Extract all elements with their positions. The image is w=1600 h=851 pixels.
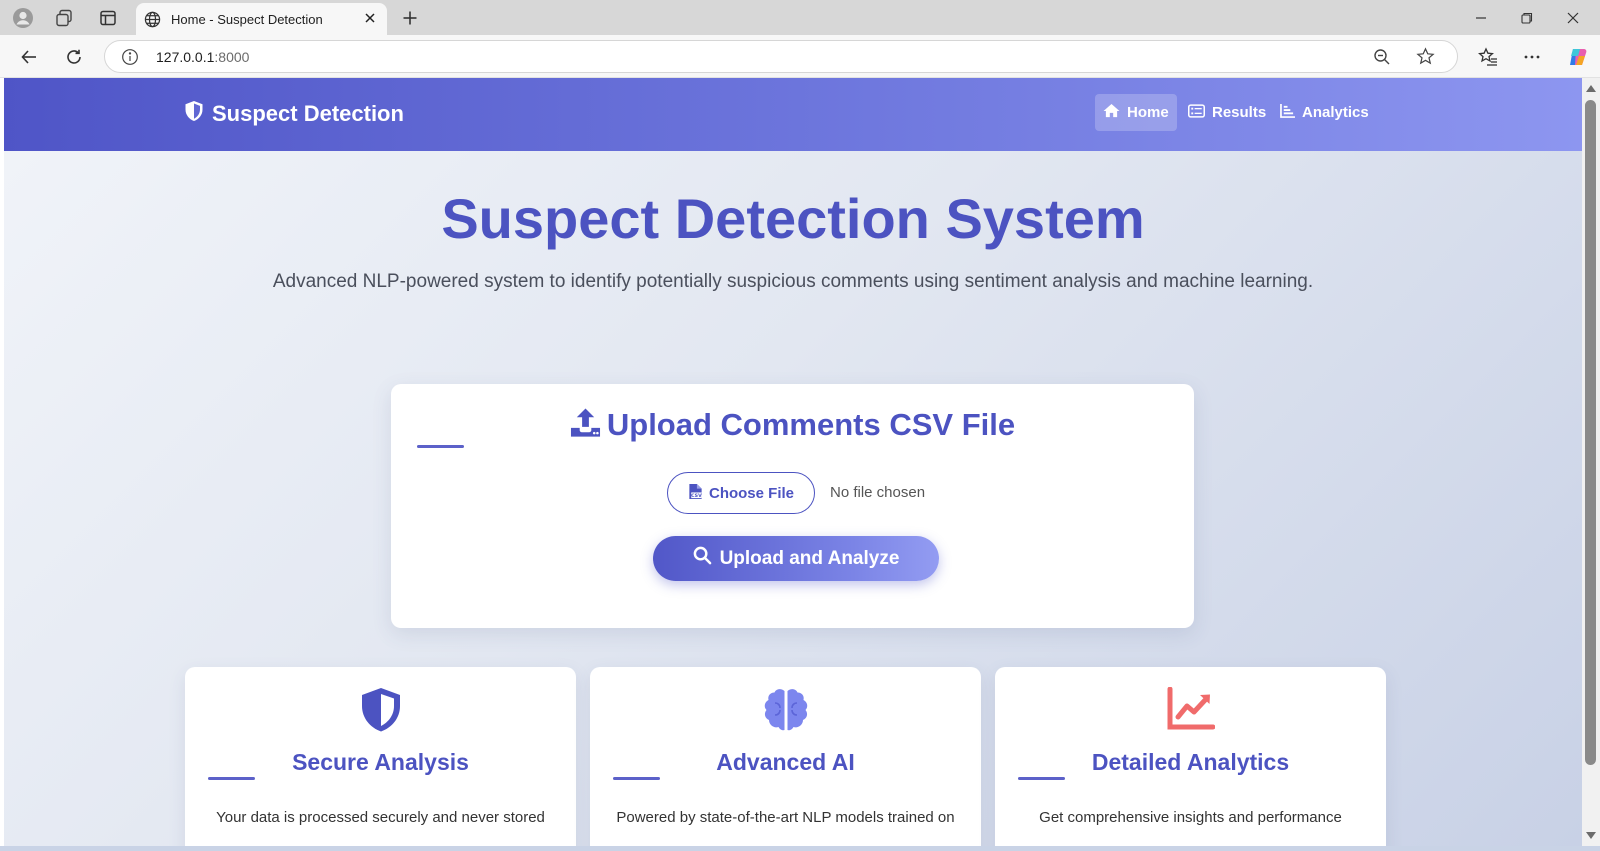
upload-title: Upload Comments CSV File — [391, 407, 1194, 443]
url-port: :8000 — [214, 49, 250, 65]
scroll-down-icon[interactable] — [1586, 832, 1596, 839]
upload-card: Upload Comments CSV File CSV Choose File… — [391, 384, 1194, 628]
chart-line-icon — [995, 687, 1386, 731]
nav-analytics[interactable]: Analytics — [1272, 94, 1377, 131]
feature-title: Detailed Analytics — [1091, 749, 1290, 775]
choose-file-label: Choose File — [708, 484, 794, 502]
accent-line — [1018, 777, 1065, 780]
favorite-star-icon[interactable] — [1416, 47, 1435, 71]
accent-line — [613, 777, 660, 780]
url-host: 127.0.0.1 — [156, 49, 215, 65]
url-text: 127.0.0.1:8000 — [156, 49, 249, 65]
nav-results-label: Results — [1212, 104, 1267, 121]
back-icon[interactable] — [14, 42, 44, 72]
nav-analytics-label: Analytics — [1302, 104, 1369, 121]
nav-home-label: Home — [1127, 104, 1169, 121]
window-bottom-edge — [0, 846, 1600, 851]
shield-icon — [184, 100, 204, 127]
scroll-up-icon[interactable] — [1586, 85, 1596, 92]
copilot-icon[interactable] — [1563, 42, 1593, 72]
accent-line — [417, 445, 464, 448]
page-viewport: Suspect Detection Home Results Analytics… — [4, 78, 1582, 846]
search-icon — [693, 546, 712, 571]
vertical-tabs-icon[interactable] — [91, 4, 125, 31]
choose-file-button[interactable]: CSV Choose File — [667, 472, 815, 514]
home-icon — [1103, 103, 1120, 122]
vertical-scrollbar[interactable] — [1582, 78, 1600, 846]
page-title: Suspect Detection System — [441, 187, 1145, 250]
nav-results[interactable]: Results — [1180, 94, 1274, 131]
accent-line — [208, 777, 255, 780]
feature-title: Secure Analysis — [292, 749, 469, 775]
feature-description: Powered by state-of-the-art NLP models t… — [616, 809, 955, 826]
upload-title-text: Upload Comments CSV File — [606, 407, 1016, 442]
favorites-icon[interactable] — [1473, 42, 1503, 72]
browser-tab-bar: Home - Suspect Detection — [0, 0, 1600, 35]
brain-icon — [590, 687, 981, 733]
browser-toolbar: 127.0.0.1:8000 — [0, 35, 1600, 78]
restore-icon[interactable] — [1504, 4, 1550, 32]
upload-analyze-button[interactable]: Upload and Analyze — [653, 536, 939, 581]
refresh-icon[interactable] — [59, 42, 89, 72]
file-csv-icon: CSV — [688, 483, 703, 504]
site-info-icon[interactable] — [121, 48, 139, 71]
feature-title: Advanced AI — [716, 749, 855, 775]
close-tab-icon[interactable] — [363, 11, 377, 30]
feature-description: Get comprehensive insights and performan… — [1039, 809, 1342, 826]
upload-icon — [570, 407, 601, 443]
nav-home[interactable]: Home — [1095, 94, 1177, 131]
scrollbar-thumb[interactable] — [1585, 100, 1596, 765]
browser-tab-active[interactable]: Home - Suspect Detection — [136, 3, 387, 35]
feature-card-ai: Advanced AI Powered by state-of-the-art … — [590, 667, 981, 846]
brand-name: Suspect Detection — [212, 100, 404, 126]
workspaces-icon[interactable] — [47, 4, 81, 31]
bar-chart-icon — [1280, 103, 1295, 122]
more-options-icon[interactable] — [1517, 42, 1547, 72]
zoom-out-icon[interactable] — [1373, 48, 1391, 71]
site-navbar: Suspect Detection Home Results Analytics — [4, 78, 1582, 151]
close-window-icon[interactable] — [1550, 4, 1596, 32]
profile-icon[interactable] — [6, 4, 40, 31]
minimize-icon[interactable] — [1458, 4, 1504, 32]
tab-title: Home - Suspect Detection — [171, 12, 323, 27]
new-tab-icon[interactable] — [397, 5, 423, 31]
globe-icon — [144, 11, 161, 33]
upload-analyze-label: Upload and Analyze — [719, 547, 900, 569]
list-icon — [1188, 103, 1205, 122]
page-subtitle: Advanced NLP-powered system to identify … — [272, 271, 1314, 292]
brand-logo[interactable]: Suspect Detection — [184, 100, 404, 127]
feature-description: Your data is processed securely and neve… — [216, 809, 545, 826]
svg-text:CSV: CSV — [691, 493, 702, 499]
file-status: No file chosen — [830, 484, 926, 501]
feature-card-secure: Secure Analysis Your data is processed s… — [185, 667, 576, 846]
feature-card-analytics: Detailed Analytics Get comprehensive ins… — [995, 667, 1386, 846]
address-bar[interactable]: 127.0.0.1:8000 — [104, 40, 1458, 73]
shield-icon — [185, 687, 576, 733]
